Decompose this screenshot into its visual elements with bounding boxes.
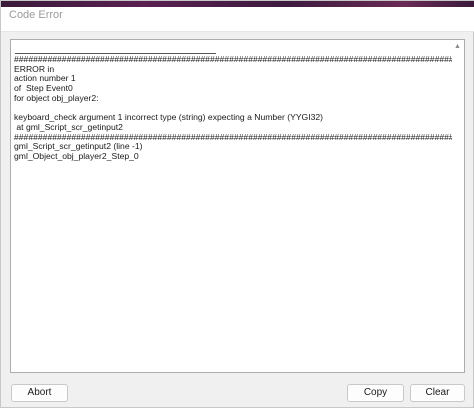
error-message-text: ########################################… <box>14 55 452 162</box>
error-line: ERROR in <box>14 63 55 74</box>
window-title: Code Error <box>9 9 63 21</box>
error-line: of Step Event0 <box>14 83 73 94</box>
error-line: for object obj_player2: <box>14 92 99 103</box>
error-line: ########################################… <box>14 131 452 142</box>
separator-line <box>15 53 216 54</box>
code-error-dialog: Code Error ▲ ###########################… <box>0 0 474 408</box>
error-text-panel[interactable]: ▲ ######################################… <box>10 39 465 373</box>
error-line: action number 1 <box>14 73 76 84</box>
desktop-background-strip <box>1 1 474 7</box>
error-line: ########################################… <box>14 55 452 64</box>
error-line: keyboard_check argument 1 incorrect type… <box>14 112 324 123</box>
error-line: at gml_Script_scr_getinput2 <box>14 121 123 132</box>
scroll-up-arrow-icon[interactable]: ▲ <box>453 42 462 52</box>
error-line: gml_Script_scr_getinput2 (line -1) <box>14 141 143 152</box>
copy-button[interactable]: Copy <box>347 384 404 402</box>
title-bar[interactable]: Code Error <box>1 1 474 32</box>
error-line: gml_Object_obj_player2_Step_0 <box>14 151 139 162</box>
abort-button[interactable]: Abort <box>11 384 68 402</box>
clear-button[interactable]: Clear <box>410 384 465 402</box>
